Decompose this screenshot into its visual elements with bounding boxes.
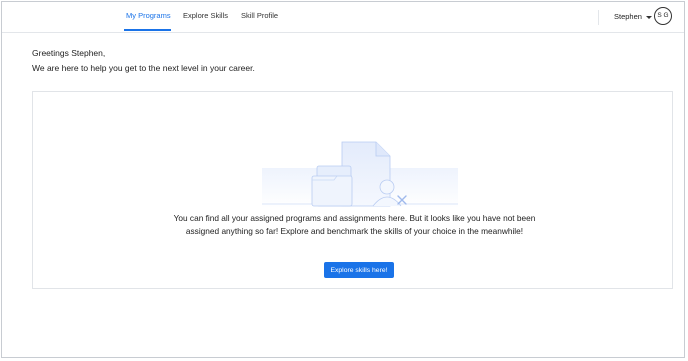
chevron-down-icon [645,15,652,19]
tab-my-programs[interactable]: My Programs [126,11,171,20]
greeting-block: Greetings Stephen, We are here to help y… [32,46,255,76]
explore-skills-button[interactable]: Explore skills here! [324,262,394,278]
greeting-subtitle: We are here to help you get to the next … [32,63,255,73]
programs-empty-card: You can find all your assigned programs … [32,91,673,289]
document-folder-user-icon [262,141,458,208]
avatar[interactable]: S G [654,7,672,25]
empty-state-message: You can find all your assigned programs … [173,213,536,236]
greeting-title: Greetings Stephen, [32,48,106,58]
nav-divider [598,10,599,25]
user-menu-dropdown[interactable]: Stephen [614,12,652,21]
tab-explore-skills[interactable]: Explore Skills [183,11,228,20]
user-name: Stephen [614,12,642,21]
app-window: My Programs Explore Skills Skill Profile… [1,1,685,358]
tab-skill-profile[interactable]: Skill Profile [241,11,278,20]
active-tab-indicator [124,29,171,31]
top-navigation: My Programs Explore Skills Skill Profile… [2,2,684,33]
